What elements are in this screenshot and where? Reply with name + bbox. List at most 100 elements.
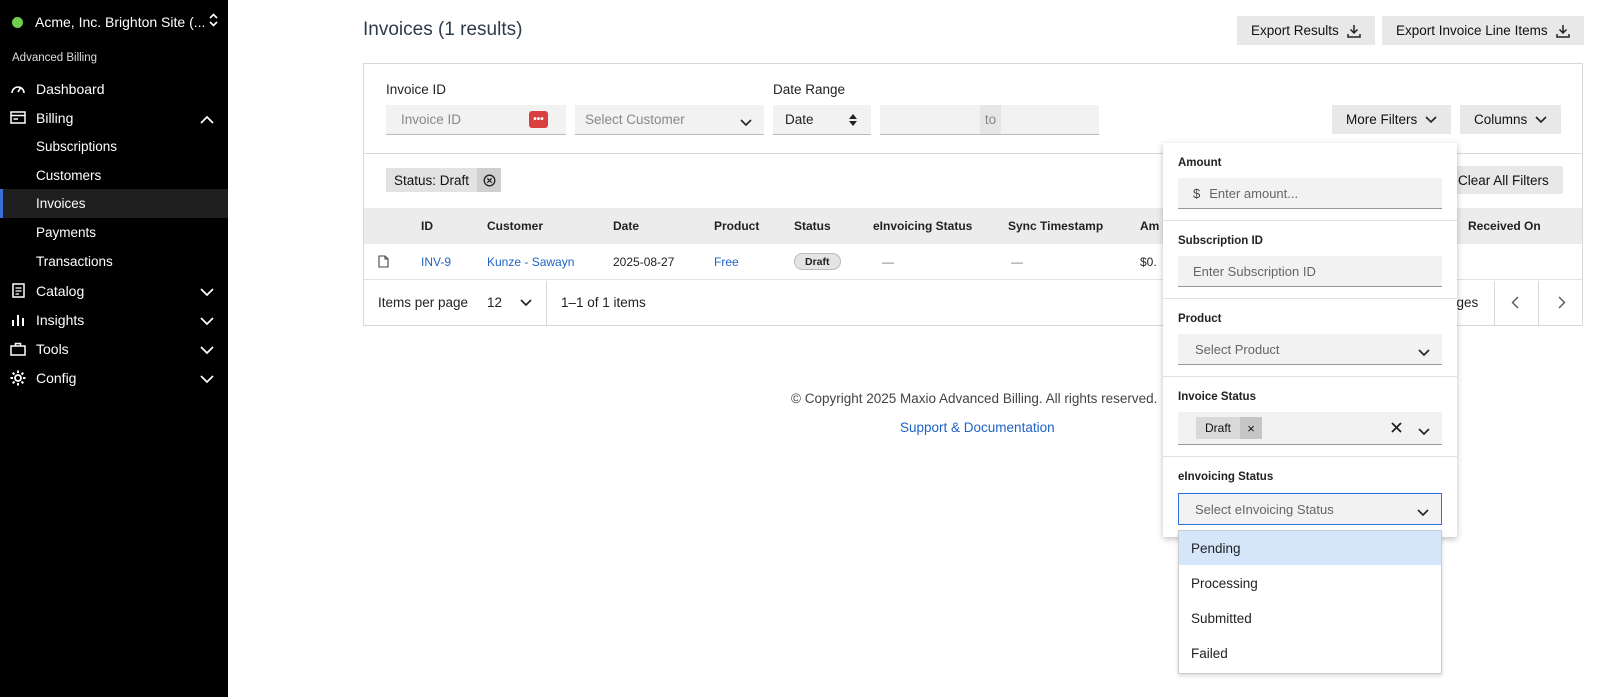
sidebar-item-config[interactable]: Config xyxy=(0,363,228,392)
clear-all-filters-button[interactable]: Clear All Filters xyxy=(1444,166,1563,194)
column-header-status[interactable]: Status xyxy=(794,219,831,233)
prev-page-button[interactable] xyxy=(1511,296,1519,312)
divider xyxy=(1538,281,1539,326)
more-filters-popover: Amount $ Enter amount... Subscription ID… xyxy=(1163,143,1457,537)
chevron-down-icon xyxy=(1418,424,1430,439)
sidebar-item-label: Catalog xyxy=(36,282,85,299)
amount-input[interactable]: $ Enter amount... xyxy=(1178,178,1442,209)
invoice-date: 2025-08-27 xyxy=(613,255,675,269)
product-link[interactable]: Free xyxy=(714,255,739,269)
document-icon[interactable] xyxy=(378,255,389,271)
sidebar-item-invoices[interactable]: Invoices xyxy=(0,189,228,218)
invoice-id-input[interactable]: Invoice ID ••• xyxy=(386,105,566,135)
invoice-id-label: Invoice ID xyxy=(386,82,447,97)
button-label: Export Invoice Line Items xyxy=(1396,23,1548,38)
button-label: Export Results xyxy=(1251,23,1339,38)
status-dot-icon xyxy=(12,16,23,28)
customer-select[interactable]: Select Customer xyxy=(575,105,764,135)
chevron-up-icon xyxy=(200,111,214,127)
product-select[interactable]: Select Product xyxy=(1178,334,1442,365)
password-manager-icon[interactable]: ••• xyxy=(529,111,548,128)
chevron-down-icon xyxy=(200,284,214,300)
product-label: Product xyxy=(1178,313,1222,325)
chevron-down-icon xyxy=(1535,115,1547,123)
sidebar-item-label: Dashboard xyxy=(36,80,105,97)
chevron-down-icon xyxy=(200,313,214,329)
invoice-status-select[interactable]: Draft × xyxy=(1178,412,1442,445)
clear-selection-icon[interactable] xyxy=(1391,421,1402,436)
subscription-id-label: Subscription ID xyxy=(1178,235,1263,247)
sidebar-item-tools[interactable]: Tools xyxy=(0,334,228,363)
divider xyxy=(546,281,547,326)
items-per-page-select[interactable]: 12 xyxy=(487,295,532,310)
divider xyxy=(1163,456,1457,457)
column-header-sync[interactable]: Sync Timestamp xyxy=(1008,219,1103,233)
date-from-input[interactable] xyxy=(880,105,980,135)
column-header-received[interactable]: Received On xyxy=(1468,219,1541,233)
filter-tag-label: Status: Draft xyxy=(394,172,470,188)
option-failed[interactable]: Failed xyxy=(1179,636,1441,670)
catalog-icon xyxy=(10,283,26,299)
column-header-id[interactable]: ID xyxy=(421,219,433,233)
date-to-label: to xyxy=(980,105,1001,135)
columns-button[interactable]: Columns xyxy=(1460,105,1562,134)
divider xyxy=(1163,298,1457,299)
divider xyxy=(1494,281,1495,326)
download-icon xyxy=(1347,24,1361,38)
divider xyxy=(1163,376,1457,377)
sidebar-item-billing[interactable]: Billing xyxy=(0,103,228,132)
copyright-text: © Copyright 2025 Maxio Advanced Billing.… xyxy=(791,391,1158,406)
sidebar-item-dashboard[interactable]: Dashboard xyxy=(0,74,228,103)
export-line-items-button[interactable]: Export Invoice Line Items xyxy=(1382,16,1584,45)
einvoicing-status-select[interactable]: Select eInvoicing Status xyxy=(1178,493,1442,525)
items-per-page-value: 12 xyxy=(487,295,503,310)
site-switcher[interactable]: Acme, Inc. Brighton Site (... xyxy=(12,11,218,33)
date-type-value: Date xyxy=(785,112,814,127)
sidebar-item-transactions[interactable]: Transactions xyxy=(0,247,228,276)
column-header-amount[interactable]: Am xyxy=(1140,219,1159,233)
invoice-id-link[interactable]: INV-9 xyxy=(421,255,451,269)
items-per-page-label: Items per page xyxy=(378,295,469,310)
sidebar-item-label: Config xyxy=(36,369,77,386)
active-filter-tag: Status: Draft xyxy=(386,168,502,192)
chevron-down-icon xyxy=(1418,345,1430,360)
date-type-select[interactable]: Date xyxy=(773,105,871,135)
chip-label: Draft xyxy=(1205,421,1232,435)
chevron-up-down-icon xyxy=(209,13,218,27)
sidebar-item-payments[interactable]: Payments xyxy=(0,218,228,247)
selected-status-chip: Draft × xyxy=(1196,417,1263,439)
sync-timestamp: — xyxy=(1011,255,1023,269)
einvoicing-status-label: eInvoicing Status xyxy=(1178,471,1274,483)
customer-placeholder: Select Customer xyxy=(585,112,685,127)
sidebar-item-label: Billing xyxy=(36,109,74,126)
next-page-button[interactable] xyxy=(1558,296,1566,312)
support-link[interactable]: Support & Documentation xyxy=(900,420,1055,435)
option-pending[interactable]: Pending xyxy=(1179,531,1441,565)
column-header-product[interactable]: Product xyxy=(714,219,759,233)
option-submitted[interactable]: Submitted xyxy=(1179,601,1441,635)
button-label: Columns xyxy=(1474,112,1528,127)
chevron-down-icon xyxy=(1425,115,1437,123)
remove-filter-icon[interactable] xyxy=(477,168,502,192)
date-to-input[interactable] xyxy=(1001,105,1099,135)
sidebar-item-subscriptions[interactable]: Subscriptions xyxy=(0,132,228,161)
export-results-button[interactable]: Export Results xyxy=(1237,16,1375,45)
subscription-id-input[interactable]: Enter Subscription ID xyxy=(1178,256,1442,287)
customer-link[interactable]: Kunze - Sawayn xyxy=(487,255,574,269)
option-processing[interactable]: Processing xyxy=(1179,566,1441,600)
column-header-date[interactable]: Date xyxy=(613,219,639,233)
column-header-customer[interactable]: Customer xyxy=(487,219,543,233)
date-range-label: Date Range xyxy=(773,82,846,97)
sidebar-item-customers[interactable]: Customers xyxy=(0,161,228,190)
sidebar-item-insights[interactable]: Insights xyxy=(0,305,228,334)
chevron-down-icon xyxy=(200,342,214,358)
column-header-einvoicing[interactable]: eInvoicing Status xyxy=(873,219,972,233)
invoice-id-placeholder: Invoice ID xyxy=(401,112,462,127)
sidebar-item-catalog[interactable]: Catalog xyxy=(0,276,228,305)
more-filters-button[interactable]: More Filters xyxy=(1332,105,1452,134)
remove-chip-icon[interactable]: × xyxy=(1240,417,1263,439)
currency-symbol: $ xyxy=(1193,185,1201,201)
sidebar-item-label: Tools xyxy=(36,340,69,357)
divider xyxy=(1163,220,1457,221)
chevron-down-icon xyxy=(1417,505,1429,520)
